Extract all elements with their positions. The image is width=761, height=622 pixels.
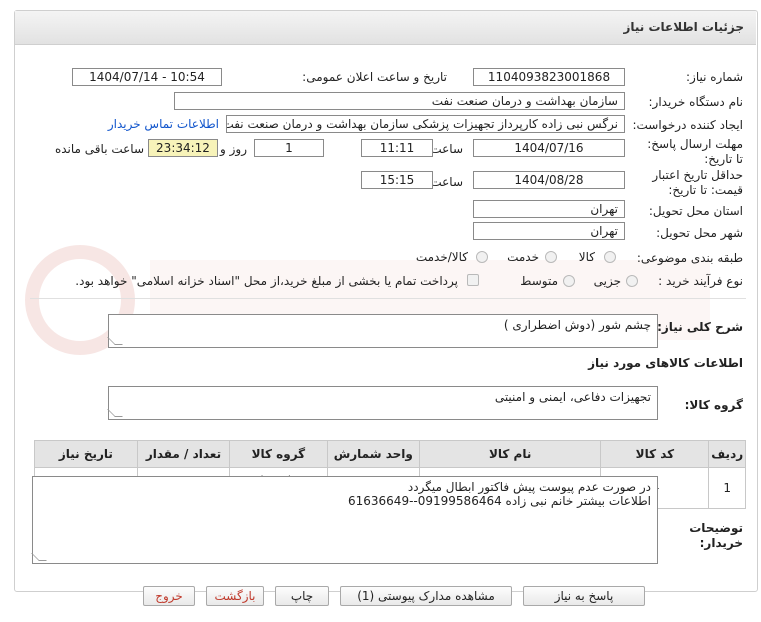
- col-unit: واحد شمارش: [326, 440, 420, 468]
- resize-handle-icon[interactable]: [107, 337, 123, 345]
- remaining-label: ساعت باقی مانده: [54, 142, 144, 156]
- buyer-notes-field: در صورت عدم پیوست پیش فاکتور ابطال میگرد…: [31, 476, 658, 564]
- category-radio-both[interactable]: [476, 251, 488, 263]
- goods-section-title: اطلاعات کالاهای مورد نیاز: [588, 356, 743, 370]
- price-time-field: 15:15: [361, 171, 433, 189]
- col-qty: تعداد / مقدار: [136, 440, 231, 468]
- days-field: 1: [254, 139, 324, 157]
- col-date: تاریخ نیاز: [34, 440, 138, 468]
- buyer-org-label: نام دستگاه خریدار:: [648, 95, 744, 109]
- resize-handle-icon[interactable]: [107, 409, 123, 417]
- goods-group-field: تجهیزات دفاعی، ایمنی و امنیتی: [107, 386, 658, 420]
- process-label: نوع فرآیند خرید :: [658, 274, 743, 288]
- send-time-field: 11:11: [361, 139, 433, 157]
- description-label: شرح کلی نیاز:: [657, 320, 743, 334]
- announce-label: تاریخ و ساعت اعلان عمومی:: [302, 70, 447, 84]
- goods-group-text: تجهیزات دفاعی، ایمنی و امنیتی: [494, 390, 651, 404]
- exit-button[interactable]: خروج: [143, 586, 195, 606]
- province-field: تهران: [473, 200, 625, 218]
- description-text: چشم شور (دوش اضطراری ): [503, 318, 651, 332]
- process-radio-minor[interactable]: [626, 275, 638, 287]
- category-option-goods: کالا: [578, 250, 595, 264]
- category-label: طبقه بندی موضوعی:: [636, 251, 743, 265]
- need-number-label: شماره نیاز:: [686, 70, 743, 84]
- category-radio-goods[interactable]: [604, 251, 616, 263]
- process-option-minor: جزیی: [593, 274, 621, 288]
- category-option-service: خدمت: [507, 250, 539, 264]
- table-header-row: ردیف کد کالا نام کالا واحد شمارش گروه کا…: [34, 440, 746, 468]
- treasury-checkbox[interactable]: [467, 274, 479, 286]
- goods-group-label: گروه کالا:: [684, 398, 743, 412]
- buyer-notes-line2: اطلاعات بیشتر خانم نبی زاده 09199586464-…: [348, 494, 651, 508]
- buyer-notes-line1: در صورت عدم پیوست پیش فاکتور ابطال میگرد…: [407, 480, 651, 494]
- print-button[interactable]: چاپ: [275, 586, 329, 606]
- col-name: نام کالا: [418, 440, 602, 468]
- send-deadline-label: مهلت ارسال پاسخ: تا تاریخ:: [647, 137, 743, 166]
- category-option-both: کالا/خدمت: [415, 250, 468, 264]
- city-field: تهران: [473, 222, 625, 240]
- description-field: چشم شور (دوش اضطراری ): [107, 314, 658, 348]
- col-group: گروه کالا: [229, 440, 328, 468]
- need-number-field: 1104093823001868: [473, 68, 625, 86]
- contact-buyer-link[interactable]: اطلاعات تماس خریدار: [108, 117, 219, 131]
- cell-row: 1: [708, 467, 746, 509]
- col-row: ردیف: [708, 440, 746, 468]
- process-option-medium: متوسط: [520, 274, 558, 288]
- category-radio-service[interactable]: [545, 251, 557, 263]
- separator: [30, 298, 746, 299]
- back-button[interactable]: بازگشت: [206, 586, 264, 606]
- buyer-notes-label: توضیحات خریدار:: [689, 521, 743, 550]
- process-radio-medium[interactable]: [563, 275, 575, 287]
- price-date-field: 1404/08/28: [473, 171, 625, 189]
- send-date-field: 1404/07/16: [473, 139, 625, 157]
- remaining-time-field: 23:34:12: [148, 139, 218, 157]
- view-attachments-button[interactable]: مشاهده مدارک پیوستی (1): [340, 586, 512, 606]
- price-hour-label: ساعت: [430, 175, 463, 189]
- payment-note: پرداخت تمام یا بخشی از مبلغ خرید،از محل …: [75, 274, 458, 288]
- creator-label: ایجاد کننده درخواست:: [632, 118, 743, 132]
- buyer-org-field: سازمان بهداشت و درمان صنعت نفت: [174, 92, 625, 110]
- creator-field: نرگس نبی زاده کارپرداز تجهیزات پزشکی ساز…: [226, 115, 625, 133]
- announce-field: 1404/07/14 - 10:54: [72, 68, 222, 86]
- city-label: شهر محل تحویل:: [656, 226, 743, 240]
- days-label: روز و: [220, 142, 247, 156]
- province-label: استان محل تحویل:: [648, 204, 743, 218]
- reply-button[interactable]: پاسخ به نیاز: [523, 586, 645, 606]
- col-code: کد کالا: [600, 440, 710, 468]
- min-price-label: حداقل تاریخ اعتبار قیمت: تا تاریخ:: [652, 168, 743, 197]
- panel-header: جزئیات اطلاعات نیاز: [15, 11, 756, 45]
- send-hour-label: ساعت: [430, 142, 463, 156]
- resize-handle-icon[interactable]: [31, 553, 47, 561]
- page-title: جزئیات اطلاعات نیاز: [623, 20, 744, 34]
